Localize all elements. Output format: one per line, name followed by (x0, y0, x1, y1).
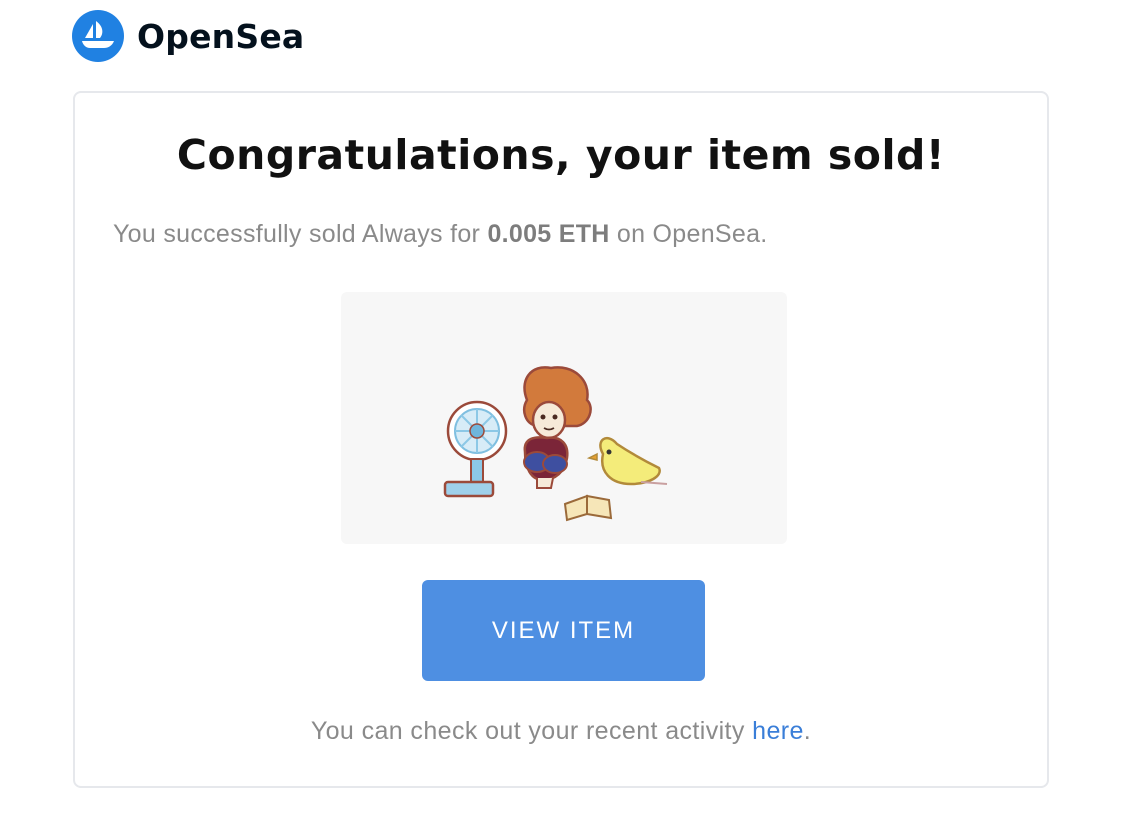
item-image[interactable] (341, 292, 787, 544)
notification-card: Congratulations, your item sold! You suc… (73, 91, 1049, 788)
fan-icon (443, 400, 508, 498)
activity-message: You can check out your recent activity h… (75, 717, 1047, 746)
bird-icon (586, 436, 668, 486)
sale-prefix: You successfully sold Always for (113, 220, 488, 248)
book-icon (563, 494, 613, 522)
activity-prefix: You can check out your recent activity (310, 717, 753, 745)
sale-suffix: on OpenSea. (609, 220, 768, 248)
brand-name: OpenSea (137, 16, 305, 56)
nft-artwork-icon (443, 366, 668, 522)
activity-link[interactable]: here (752, 717, 804, 745)
sale-message: You successfully sold Always for 0.005 E… (113, 220, 768, 249)
activity-suffix: . (803, 717, 812, 745)
opensea-logo-icon[interactable] (72, 10, 124, 62)
header: OpenSea (72, 10, 304, 62)
email-title: Congratulations, your item sold! (176, 131, 946, 179)
view-item-button[interactable]: VIEW ITEM (422, 580, 705, 681)
character-icon (523, 366, 592, 489)
sale-price: 0.005 ETH (487, 220, 610, 248)
